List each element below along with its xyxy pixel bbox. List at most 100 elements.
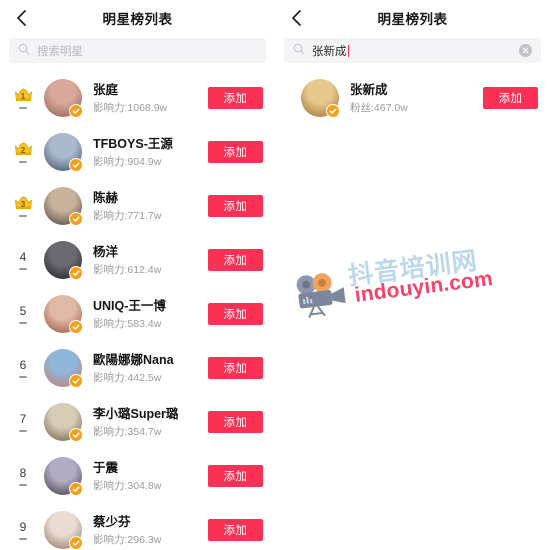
verified-badge-icon xyxy=(69,104,83,118)
avatar[interactable] xyxy=(44,403,83,442)
table-row[interactable]: 6 歐陽娜娜Nana 影响力:442.5w 添加 xyxy=(0,341,275,395)
dual-panel-screenshot: 明星榜列表 搜索明星 1 张庭 影响力:1068.9w 添加 2 TFBOYS-王源 影响力… xyxy=(0,0,550,550)
rank-number: 9 xyxy=(19,520,27,534)
right-search-wrap: 张新成 xyxy=(275,36,550,71)
avatar[interactable] xyxy=(44,295,83,334)
add-button[interactable]: 添加 xyxy=(208,303,263,325)
table-row[interactable]: 3 陈赫 影响力:771.7w 添加 xyxy=(0,179,275,233)
verified-badge-icon xyxy=(326,104,340,118)
star-info: 张庭影响力:1068.9w xyxy=(93,82,208,115)
rank-number: 8 xyxy=(19,466,27,480)
table-row[interactable]: 9 蔡少芬 影响力:296.3w 添加 xyxy=(0,503,275,550)
text-cursor xyxy=(347,44,349,57)
search-query-value: 张新成 xyxy=(312,45,347,58)
search-icon xyxy=(18,42,30,60)
page-title: 明星榜列表 xyxy=(377,12,448,27)
search-input[interactable]: 张新成 xyxy=(284,38,541,63)
star-name: 杨洋 xyxy=(93,244,119,259)
back-button[interactable] xyxy=(279,0,313,36)
rank-change-indicator xyxy=(19,322,27,324)
table-row[interactable]: 5 UNIQ-王一博 影响力:583.4w 添加 xyxy=(0,287,275,341)
rank-change-indicator xyxy=(19,268,27,270)
rank-indicator: 7 xyxy=(10,412,36,432)
crown-icon: 1 xyxy=(14,87,33,103)
rank-indicator: 8 xyxy=(10,466,36,486)
clear-search-button[interactable] xyxy=(519,44,532,57)
page-title: 明星榜列表 xyxy=(102,12,173,27)
add-button[interactable]: 添加 xyxy=(208,141,263,163)
star-info: 杨洋 影响力:612.4w xyxy=(93,244,208,277)
chevron-left-icon xyxy=(16,9,27,27)
left-search-wrap: 搜索明星 xyxy=(0,36,275,71)
star-name: 陈赫 xyxy=(93,190,119,205)
rank-number: 6 xyxy=(19,358,27,372)
star-name: 于震 xyxy=(93,460,119,475)
avatar[interactable] xyxy=(44,187,83,226)
star-info: TFBOYS-王源 影响力:904.9w xyxy=(93,136,208,169)
rank-indicator: 9 xyxy=(10,520,36,540)
add-button[interactable]: 添加 xyxy=(208,195,263,217)
rank-change-indicator xyxy=(19,106,27,109)
verified-badge-icon xyxy=(69,374,83,388)
star-name: 歐陽娜娜Nana xyxy=(93,352,174,367)
add-button[interactable]: 添加 xyxy=(483,87,538,109)
table-row[interactable]: 7 李小璐Super璐 影响力:354.7w 添加 xyxy=(0,395,275,449)
rank-number: 4 xyxy=(19,250,27,264)
table-row[interactable]: 2 TFBOYS-王源 影响力:904.9w 添加 xyxy=(0,125,275,179)
star-metric: 影响力:442.5w xyxy=(93,371,162,384)
right-panel-search-result: 明星榜列表 张新成 张新成 粉丝:467.0w 添加 xyxy=(275,0,550,550)
verified-badge-icon xyxy=(69,212,83,226)
search-results-list: 张新成 粉丝:467.0w 添加 xyxy=(275,71,550,125)
right-header: 明星榜列表 xyxy=(275,0,550,36)
add-button[interactable]: 添加 xyxy=(208,519,263,541)
add-button[interactable]: 添加 xyxy=(208,357,263,379)
avatar[interactable] xyxy=(44,79,83,118)
table-row[interactable]: 4 杨洋 影响力:612.4w 添加 xyxy=(0,233,275,287)
rank-number: 7 xyxy=(19,412,27,426)
search-input[interactable]: 搜索明星 xyxy=(9,38,266,63)
avatar[interactable] xyxy=(44,349,83,388)
star-info: 蔡少芬 影响力:296.3w xyxy=(93,514,208,547)
add-button[interactable]: 添加 xyxy=(208,465,263,487)
star-name: 张庭 xyxy=(93,82,119,97)
star-metric: 影响力:1068.9w xyxy=(93,101,168,114)
rank-change-indicator xyxy=(19,376,27,378)
verified-badge-icon xyxy=(69,536,83,550)
verified-badge-icon xyxy=(69,320,83,334)
star-info: 于震影响力:304.8w xyxy=(93,460,208,493)
star-name: UNIQ-王一博 xyxy=(93,298,166,313)
chevron-left-icon xyxy=(291,9,302,27)
star-metric: 粉丝:467.0w xyxy=(350,101,408,114)
rank-indicator: 3 xyxy=(10,195,36,217)
rank-number: 3 xyxy=(20,199,26,209)
star-name: TFBOYS-王源 xyxy=(93,136,173,151)
verified-badge-icon xyxy=(69,266,83,280)
star-info: UNIQ-王一博 影响力:583.4w xyxy=(93,298,208,331)
search-icon xyxy=(293,42,305,60)
avatar[interactable] xyxy=(44,241,83,280)
rank-change-indicator xyxy=(19,160,27,163)
add-button[interactable]: 添加 xyxy=(208,411,263,433)
star-metric: 影响力:354.7w xyxy=(93,425,162,438)
table-row[interactable]: 1 张庭 影响力:1068.9w 添加 xyxy=(0,71,275,125)
rank-number: 1 xyxy=(20,91,26,101)
rank-change-indicator xyxy=(19,538,27,540)
add-button[interactable]: 添加 xyxy=(208,87,263,109)
star-metric: 影响力:304.8w xyxy=(93,479,162,492)
table-row[interactable]: 8 于震 影响力:304.8w 添加 xyxy=(0,449,275,503)
search-query-text: 张新成 xyxy=(312,43,519,59)
avatar[interactable] xyxy=(301,79,340,118)
rank-change-indicator xyxy=(19,430,27,432)
search-result-row[interactable]: 张新成 粉丝:467.0w 添加 xyxy=(275,71,550,125)
rank-number: 5 xyxy=(19,304,27,318)
rank-number: 2 xyxy=(20,145,26,155)
avatar[interactable] xyxy=(44,133,83,172)
add-button[interactable]: 添加 xyxy=(208,249,263,271)
star-info: 陈赫 影响力:771.7w xyxy=(93,190,208,223)
back-button[interactable] xyxy=(4,0,38,36)
rank-indicator: 2 xyxy=(10,141,36,163)
avatar[interactable] xyxy=(44,457,83,496)
avatar[interactable] xyxy=(44,511,83,550)
star-metric: 影响力:583.4w xyxy=(93,317,162,330)
rank-change-indicator xyxy=(19,214,27,217)
